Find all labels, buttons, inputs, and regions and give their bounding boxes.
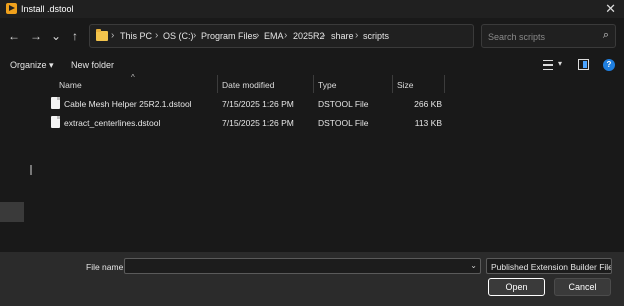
- file-name-label: File name:: [86, 262, 126, 272]
- search-icon[interactable]: ⌕: [603, 29, 609, 42]
- view-menu-icon[interactable]: [543, 60, 553, 70]
- cancel-button[interactable]: Cancel: [554, 278, 611, 296]
- breadcrumb-2025r2[interactable]: 2025R2: [293, 31, 325, 41]
- dialog-footer: File name: ⌄ Published Extension Builder…: [0, 252, 624, 306]
- column-divider[interactable]: [392, 75, 393, 93]
- chevron-right-icon[interactable]: ›: [256, 30, 259, 41]
- table-row[interactable]: extract_centerlines.dstool 7/15/2025 1:2…: [0, 114, 624, 132]
- search-input[interactable]: Search scripts ⌕: [481, 24, 616, 48]
- folder-icon: [96, 29, 108, 41]
- chevron-right-icon[interactable]: ›: [193, 30, 196, 41]
- window-title: Install .dstool: [21, 4, 74, 14]
- play-icon: [6, 3, 17, 14]
- up-arrow-icon[interactable]: ↑: [67, 28, 83, 44]
- file-size: 113 KB: [414, 118, 442, 128]
- chevron-down-icon[interactable]: ▾: [558, 59, 562, 68]
- file-type-value: Published Extension Builder File: [491, 262, 612, 272]
- chevron-right-icon[interactable]: ›: [155, 30, 158, 41]
- sort-ascending-icon: ^: [131, 73, 135, 82]
- address-bar[interactable]: › This PC › OS (C:) › Program Files › EM…: [89, 24, 556, 48]
- chevron-right-icon[interactable]: ›: [322, 30, 325, 41]
- help-icon[interactable]: ?: [603, 59, 615, 71]
- organize-label: Organize: [10, 60, 47, 70]
- chevron-right-icon[interactable]: ›: [111, 30, 114, 41]
- breadcrumb-scripts[interactable]: scripts: [363, 31, 389, 41]
- file-name-field[interactable]: ⌄: [124, 258, 481, 274]
- file-type: DSTOOL File: [318, 118, 369, 128]
- navigation-pane-scrollbar[interactable]: [30, 165, 32, 175]
- title-bar: Install .dstool ✕: [0, 0, 624, 18]
- column-divider[interactable]: [313, 75, 314, 93]
- column-header-type[interactable]: Type: [318, 80, 336, 90]
- recent-locations-icon[interactable]: ⌄: [48, 28, 64, 44]
- column-header-name[interactable]: Name: [59, 80, 82, 90]
- column-divider[interactable]: [444, 75, 445, 93]
- new-folder-button[interactable]: New folder: [71, 60, 114, 70]
- file-icon: [51, 116, 60, 128]
- file-type-select[interactable]: Published Extension Builder File: [486, 258, 612, 274]
- back-arrow-icon[interactable]: ←: [6, 28, 22, 44]
- navigation-pane-item[interactable]: [0, 202, 24, 222]
- breadcrumb-this-pc[interactable]: This PC: [120, 31, 152, 41]
- breadcrumb-ema[interactable]: EMA: [264, 31, 284, 41]
- column-header-row: ^ Name Date modified Type Size: [0, 73, 624, 93]
- file-size: 266 KB: [414, 99, 442, 109]
- forward-arrow-icon[interactable]: →: [28, 28, 44, 44]
- breadcrumb-os-c[interactable]: OS (C:): [163, 31, 194, 41]
- file-date-modified: 7/15/2025 1:26 PM: [222, 99, 294, 109]
- preview-pane-icon[interactable]: [578, 59, 589, 70]
- column-header-date-modified[interactable]: Date modified: [222, 80, 274, 90]
- file-type: DSTOOL File: [318, 99, 369, 109]
- column-header-size[interactable]: Size: [397, 80, 414, 90]
- open-button[interactable]: Open: [488, 278, 545, 296]
- file-name: extract_centerlines.dstool: [64, 118, 161, 128]
- column-divider[interactable]: [217, 75, 218, 93]
- command-bar: Organize ▾ New folder ▾ ?: [0, 57, 624, 75]
- organize-button[interactable]: Organize ▾: [10, 60, 54, 71]
- breadcrumb-share[interactable]: share: [331, 31, 354, 41]
- file-name: Cable Mesh Helper 25R2.1.dstool: [64, 99, 192, 109]
- breadcrumb-program-files[interactable]: Program Files: [201, 31, 257, 41]
- file-icon: [51, 97, 60, 109]
- table-row[interactable]: Cable Mesh Helper 25R2.1.dstool 7/15/202…: [0, 95, 624, 113]
- chevron-down-icon[interactable]: ⌄: [470, 261, 477, 270]
- navigation-bar: ← → ⌄ ↑ › This PC › OS (C:) › Program Fi…: [0, 24, 624, 49]
- chevron-right-icon[interactable]: ›: [355, 30, 358, 41]
- chevron-right-icon[interactable]: ›: [284, 30, 287, 41]
- file-date-modified: 7/15/2025 1:26 PM: [222, 118, 294, 128]
- search-placeholder: Search scripts: [488, 32, 546, 42]
- close-icon[interactable]: ✕: [605, 1, 616, 17]
